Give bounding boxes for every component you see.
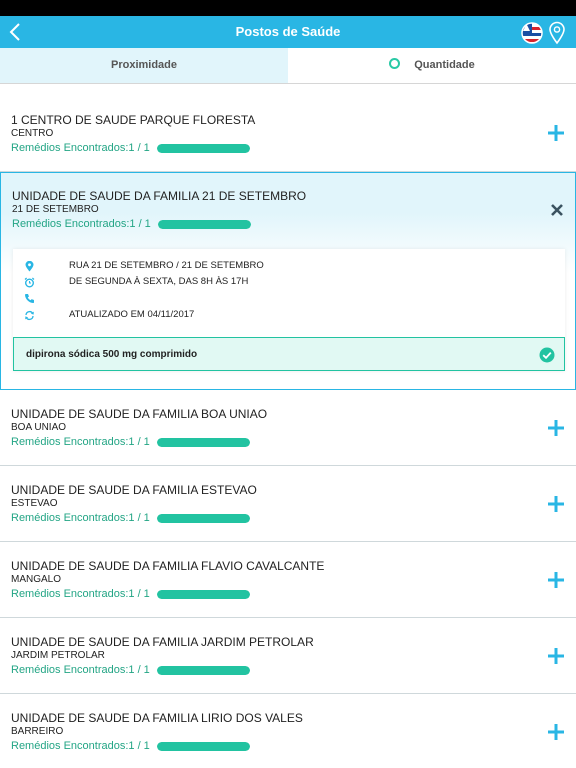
list-item-expanded[interactable]: UNIDADE DE SAUDE DA FAMILIA 21 DE SETEMB…	[0, 172, 576, 390]
posto-details-card: RUA 21 DE SETEMBRO / 21 DE SETEMBRO DE S…	[13, 249, 565, 371]
list-item[interactable]: UNIDADE DE SAUDE DA FAMILIA LIRIO DOS VA…	[0, 694, 576, 768]
posto-bairro: BARREIRO	[11, 726, 64, 737]
remedios-count: Remédios Encontrados:1 / 1	[11, 512, 150, 524]
remedios-progress-bar	[157, 438, 250, 447]
posto-name: UNIDADE DE SAUDE DA FAMILIA 21 DE SETEMB…	[12, 189, 307, 203]
remedios-progress-bar	[157, 514, 250, 523]
address-row: RUA 21 DE SETEMBRO / 21 DE SETEMBRO	[13, 260, 565, 274]
list-item[interactable]: UNIDADE DE SAUDE DA FAMILIA FLAVIO CAVAL…	[0, 542, 576, 618]
posto-name: UNIDADE DE SAUDE DA FAMILIA LIRIO DOS VA…	[11, 711, 303, 725]
remedios-count: Remédios Encontrados:1 / 1	[11, 740, 150, 752]
posto-address: RUA 21 DE SETEMBRO / 21 DE SETEMBRO	[69, 260, 264, 271]
check-circle-icon	[539, 347, 555, 363]
tab-quantidade[interactable]: Quantidade	[288, 48, 576, 83]
hours-row: DE SEGUNDA À SEXTA, DAS 8H ÀS 17H	[13, 276, 565, 290]
close-icon[interactable]	[550, 203, 564, 217]
remedios-count: Remédios Encontrados:1 / 1	[11, 142, 150, 154]
nav-bar: Postos de Saúde	[0, 16, 576, 48]
plus-icon[interactable]	[546, 570, 566, 590]
plus-icon[interactable]	[546, 722, 566, 742]
remedios-count: Remédios Encontrados:1 / 1	[11, 664, 150, 676]
tab-label: Quantidade	[414, 59, 475, 71]
posto-name: UNIDADE DE SAUDE DA FAMILIA FLAVIO CAVAL…	[11, 559, 325, 573]
medicamento-item: dipirona sódica 500 mg comprimido	[13, 337, 565, 371]
tab-proximidade[interactable]: Proximidade	[0, 48, 288, 83]
location-pin-icon	[25, 261, 34, 272]
posto-name: 1 CENTRO DE SAUDE PARQUE FLORESTA	[11, 113, 256, 127]
posto-bairro: 21 DE SETEMBRO	[12, 204, 99, 215]
posto-name: UNIDADE DE SAUDE DA FAMILIA ESTEVAO	[11, 483, 257, 497]
remedios-progress-bar	[157, 590, 250, 599]
posto-bairro: MANGALO	[11, 574, 62, 585]
phone-row[interactable]	[13, 292, 565, 306]
remedios-progress-bar	[157, 742, 250, 751]
posto-hours: DE SEGUNDA À SEXTA, DAS 8H ÀS 17H	[69, 276, 249, 287]
posto-bairro: ESTEVAO	[11, 498, 58, 509]
page-title: Postos de Saúde	[235, 24, 341, 39]
alarm-clock-icon	[24, 277, 35, 288]
remedios-count: Remédios Encontrados:1 / 1	[11, 436, 150, 448]
radio-icon	[389, 58, 401, 69]
remedios-progress-bar	[157, 144, 250, 153]
sort-tabs: Proximidade Quantidade	[0, 48, 576, 84]
tab-label: Proximidade	[110, 59, 178, 71]
phone-icon[interactable]	[24, 293, 35, 304]
refresh-icon	[25, 310, 34, 321]
updated-row: ATUALIZADO EM 04/11/2017	[13, 309, 565, 323]
plus-icon[interactable]	[546, 123, 566, 143]
location-pin-icon[interactable]	[548, 21, 566, 45]
plus-icon[interactable]	[546, 646, 566, 666]
posto-updated: ATUALIZADO EM 04/11/2017	[69, 309, 195, 320]
plus-icon[interactable]	[546, 418, 566, 438]
posto-bairro: CENTRO	[11, 128, 54, 139]
posto-name: UNIDADE DE SAUDE DA FAMILIA JARDIM PETRO…	[11, 635, 314, 649]
list-item[interactable]: 1 CENTRO DE SAUDE PARQUE FLORESTA CENTRO…	[0, 84, 576, 172]
posto-bairro: BOA UNIAO	[11, 422, 67, 433]
postos-list: 1 CENTRO DE SAUDE PARQUE FLORESTA CENTRO…	[0, 84, 576, 768]
remedios-count: Remédios Encontrados:1 / 1	[12, 218, 151, 230]
plus-icon[interactable]	[546, 494, 566, 514]
remedios-progress-bar	[157, 666, 250, 675]
remedios-progress-bar	[158, 220, 251, 229]
bahia-flag-icon[interactable]	[521, 22, 543, 44]
medicamento-name: dipirona sódica 500 mg comprimido	[26, 349, 198, 360]
posto-name: UNIDADE DE SAUDE DA FAMILIA BOA UNIAO	[11, 407, 268, 421]
posto-bairro: JARDIM PETROLAR	[11, 650, 105, 661]
list-item[interactable]: UNIDADE DE SAUDE DA FAMILIA BOA UNIAO BO…	[0, 390, 576, 466]
remedios-count: Remédios Encontrados:1 / 1	[11, 588, 150, 600]
list-item[interactable]: UNIDADE DE SAUDE DA FAMILIA ESTEVAO ESTE…	[0, 466, 576, 542]
status-bar	[0, 0, 576, 16]
list-item[interactable]: UNIDADE DE SAUDE DA FAMILIA JARDIM PETRO…	[0, 618, 576, 694]
